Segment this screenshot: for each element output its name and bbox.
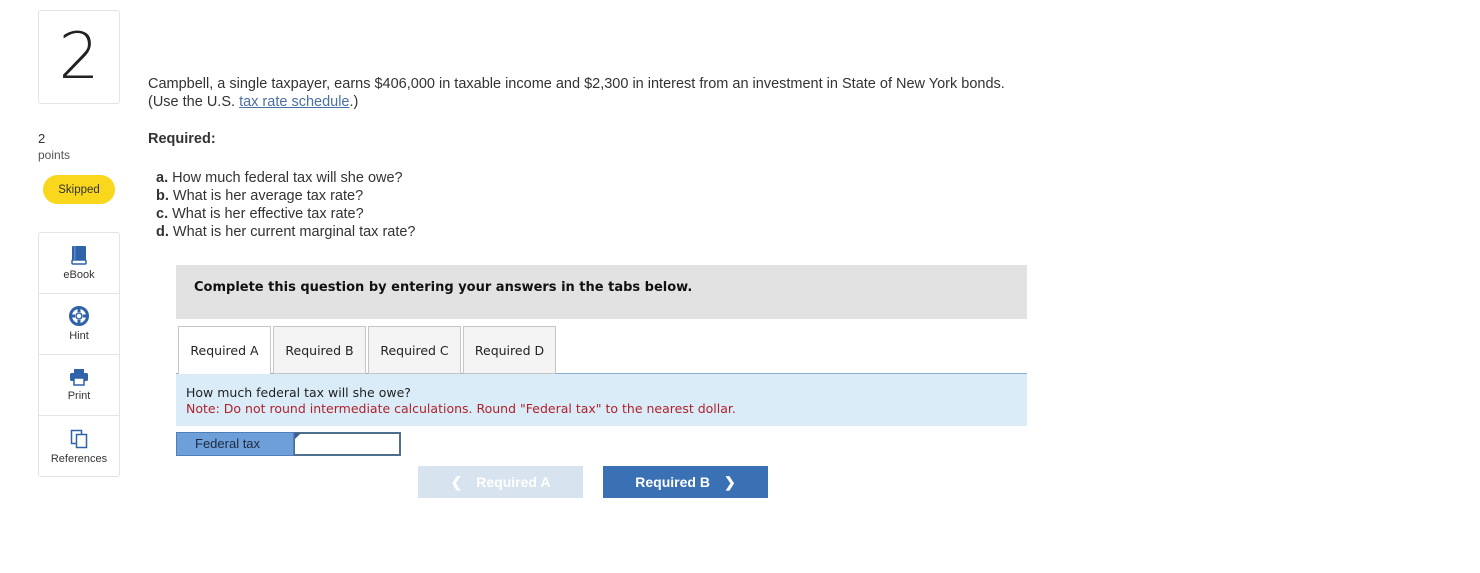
question-prompt: Campbell, a single taxpayer, earns $406,… [148, 75, 1005, 111]
list-item: b. What is her average tax rate? [156, 187, 416, 205]
next-tab-label: Required B [635, 474, 710, 490]
previous-tab-button[interactable]: ❮ Required A [418, 466, 583, 498]
required-heading: Required: [148, 131, 216, 147]
previous-tab-label: Required A [476, 474, 551, 490]
federal-tax-input[interactable] [294, 432, 401, 456]
tab-required-c[interactable]: Required C [368, 326, 461, 374]
part-text: What is her average tax rate? [172, 188, 364, 204]
print-label: Print [67, 390, 91, 402]
part-text: How much federal tax will she owe? [172, 170, 403, 186]
tab-required-a[interactable]: Required A [178, 326, 271, 375]
cell-marker-icon [295, 433, 301, 439]
printer-icon [70, 369, 88, 386]
part-letter: b. [156, 188, 169, 204]
ebook-label: eBook [63, 269, 95, 281]
hint-button[interactable]: Hint [39, 294, 119, 355]
federal-tax-label: Federal tax [176, 432, 294, 456]
points-display: 2 points [38, 131, 70, 163]
question-number: 2 [38, 10, 120, 104]
tool-panel: eBook Hint Print References [38, 232, 120, 477]
prompt-line-2: (Use the U.S. tax rate schedule.) [148, 93, 1005, 111]
list-item: c. What is her effective tax rate? [156, 205, 416, 223]
instructions-banner: Complete this question by entering your … [176, 265, 1027, 319]
tab-bar: Required A Required B Required C Require… [176, 326, 1027, 375]
chevron-left-icon: ❮ [450, 473, 463, 490]
print-button[interactable]: Print [39, 355, 119, 416]
list-item: d. What is her current marginal tax rate… [156, 223, 416, 241]
ebook-button[interactable]: eBook [39, 233, 119, 294]
part-text: What is her effective tax rate? [172, 206, 364, 222]
copy-icon [70, 429, 88, 448]
required-parts-list: a. How much federal tax will she owe? b.… [156, 169, 416, 241]
chevron-right-icon: ❯ [723, 473, 736, 490]
tax-rate-schedule-link[interactable]: tax rate schedule [239, 94, 349, 110]
part-letter: a. [156, 170, 169, 186]
status-badge: Skipped [43, 175, 115, 204]
panel-note: Note: Do not round intermediate calculat… [186, 401, 736, 416]
part-letter: c. [156, 206, 169, 222]
hint-label: Hint [69, 330, 89, 342]
points-label: points [38, 148, 71, 162]
part-text: What is her current marginal tax rate? [172, 224, 416, 240]
lifebuoy-icon [69, 306, 89, 326]
next-tab-button[interactable]: Required B ❯ [603, 466, 768, 498]
book-icon [71, 246, 87, 265]
references-label: References [50, 452, 108, 465]
points-value: 2 [38, 131, 46, 146]
part-letter: d. [156, 224, 169, 240]
prompt-prefix: (Use the U.S. [148, 94, 240, 110]
question-panel: How much federal tax will she owe? Note:… [176, 374, 1027, 426]
prompt-line-1: Campbell, a single taxpayer, earns $406,… [148, 76, 1005, 92]
prompt-suffix: .) [349, 94, 359, 110]
list-item: a. How much federal tax will she owe? [156, 169, 416, 187]
tab-required-d[interactable]: Required D [463, 326, 556, 374]
tab-required-b[interactable]: Required B [273, 326, 366, 374]
panel-question: How much federal tax will she owe? [186, 385, 411, 400]
references-button[interactable]: References [39, 416, 119, 477]
